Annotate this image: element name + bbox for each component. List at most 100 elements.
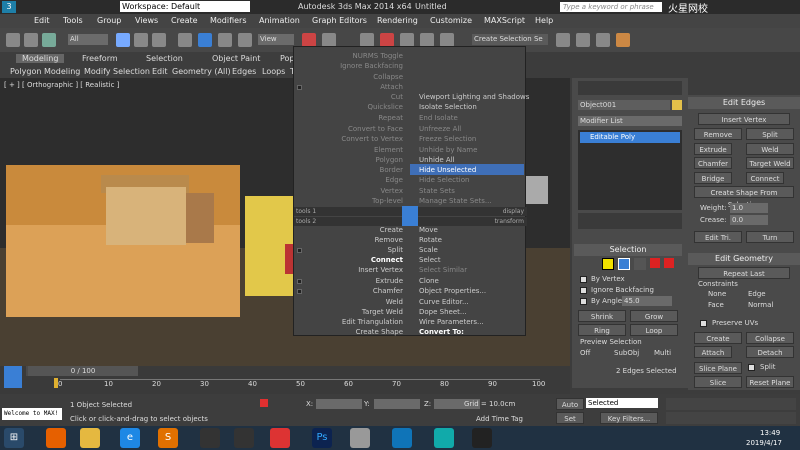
stack-controls[interactable] [578, 213, 682, 229]
shrink-button[interactable]: Shrink [578, 310, 626, 322]
netease-music-icon[interactable] [270, 428, 290, 448]
qm-top-level[interactable]: Top-level [372, 197, 403, 205]
create-shape-button[interactable]: Create Shape From Selection [694, 186, 794, 209]
insert-vertex-button[interactable]: Insert Vertex [698, 113, 790, 125]
qm-split[interactable]: Split [387, 246, 403, 254]
tab-object-paint[interactable]: Object Paint [212, 54, 260, 63]
qm-convert-to[interactable]: Convert To: [419, 328, 464, 336]
render-icon[interactable] [616, 33, 630, 47]
playback-controls[interactable] [666, 398, 796, 410]
qm-isolate-selection[interactable]: Isolate Selection [419, 103, 477, 111]
menu-modifiers[interactable]: Modifiers [210, 16, 247, 25]
scale-icon[interactable] [238, 33, 252, 47]
constraint-face-radio[interactable]: Face [708, 301, 724, 309]
qm-cut[interactable]: Cut [391, 93, 403, 101]
by-vertex-checkbox[interactable] [580, 276, 587, 283]
crease-input[interactable]: 0.0 [730, 215, 768, 225]
menu-views[interactable]: Views [135, 16, 158, 25]
qm-rotate[interactable]: Rotate [419, 236, 442, 244]
tab-selection[interactable]: Selection [146, 54, 183, 63]
ribbon-edges[interactable]: Edges [232, 67, 256, 76]
move-icon[interactable] [178, 33, 192, 47]
split-checkbox[interactable] [748, 364, 755, 371]
menu-rendering[interactable]: Rendering [377, 16, 418, 25]
menu-maxscript[interactable]: MAXScript [484, 16, 525, 25]
render-setup-icon[interactable] [576, 33, 590, 47]
rotate-icon[interactable] [218, 33, 232, 47]
target-weld-button[interactable]: Target Weld [746, 157, 794, 169]
attach-settings-icon[interactable] [297, 85, 302, 90]
grow-button[interactable]: Grow [630, 310, 678, 322]
qm-edit-triangulation[interactable]: Edit Triangulation [342, 318, 403, 326]
polygon-mode-icon[interactable] [650, 258, 660, 268]
qm-object-properties[interactable]: Object Properties... [419, 287, 486, 295]
reference-coord-dropdown[interactable]: View [258, 34, 294, 45]
qm-viewport-lighting[interactable]: Viewport Lighting and Shadows [419, 93, 529, 101]
qm-create[interactable]: Create [380, 226, 403, 234]
snap-icon[interactable] [322, 33, 336, 47]
qm-connect[interactable]: Connect [371, 256, 403, 264]
layer-icon[interactable] [400, 33, 414, 47]
object-color-swatch[interactable] [672, 100, 682, 110]
viewport-label[interactable]: [ + ] [ Orthographic ] [ Realistic ] [4, 81, 119, 89]
substance-icon[interactable] [392, 428, 412, 448]
chamfer-settings-icon[interactable] [297, 289, 302, 294]
qm-hide-selection[interactable]: Hide Selection [419, 176, 469, 184]
qm-quickslice[interactable]: Quickslice [368, 103, 404, 111]
angle-input[interactable]: 45.0 [622, 296, 672, 306]
key-filters-button[interactable]: Key Filters... [600, 412, 658, 424]
x-coord-input[interactable] [316, 399, 362, 409]
qm-polygon[interactable]: Polygon [375, 156, 403, 164]
selection-filter-dropdown[interactable]: All [68, 34, 108, 45]
menu-customize[interactable]: Customize [430, 16, 472, 25]
slice-button[interactable]: Slice [694, 376, 742, 388]
key-set-dropdown[interactable]: Selected [586, 398, 658, 408]
constraint-normal-radio[interactable]: Normal [748, 301, 773, 309]
qm-collapse[interactable]: Collapse [373, 73, 403, 81]
constraint-none-radio[interactable]: None [708, 290, 726, 298]
lock-icon[interactable] [260, 399, 268, 407]
qm-unhide-by-name[interactable]: Unhide by Name [419, 146, 477, 154]
qm-convert-to-vertex[interactable]: Convert to Vertex [341, 135, 403, 143]
qm-wire-parameters[interactable]: Wire Parameters... [419, 318, 484, 326]
ie-icon[interactable]: e [120, 428, 140, 448]
reset-plane-button[interactable]: Reset Plane [746, 376, 794, 388]
3dsmax-icon[interactable] [434, 428, 454, 448]
menu-animation[interactable]: Animation [259, 16, 300, 25]
unity-icon-2[interactable] [234, 428, 254, 448]
edit-edges-title[interactable]: Edit Edges [688, 97, 800, 109]
collapse-button[interactable]: Collapse [746, 332, 794, 344]
connect-button[interactable]: Connect [746, 172, 784, 184]
workspace-dropdown[interactable]: Workspace: Default [120, 1, 250, 12]
qm-chamfer[interactable]: Chamfer [373, 287, 403, 295]
attach-button[interactable]: Attach [694, 346, 732, 358]
render-frame-icon[interactable] [596, 33, 610, 47]
menu-tools[interactable]: Tools [63, 16, 83, 25]
bridge-button[interactable]: Bridge [694, 172, 732, 184]
search-input[interactable]: Type a keyword or phrase [560, 2, 662, 12]
stack-item-editable-poly[interactable]: Editable Poly [580, 132, 680, 143]
tab-modeling[interactable]: Modeling [16, 54, 65, 63]
undo-icon[interactable] [6, 33, 20, 47]
qm-edge[interactable]: Edge [385, 176, 403, 184]
qm-scale[interactable]: Scale [419, 246, 438, 254]
ring-button[interactable]: Ring [578, 324, 626, 336]
qm-repeat[interactable]: Repeat [378, 114, 403, 122]
qm-hide-unselected[interactable]: Hide Unselected [419, 166, 476, 174]
create-button[interactable]: Create [694, 332, 742, 344]
qm-create-shape[interactable]: Create Shape [356, 328, 403, 336]
preview-off-radio[interactable]: Off [580, 349, 590, 357]
y-coord-input[interactable] [374, 399, 420, 409]
firefox-icon[interactable] [46, 428, 66, 448]
by-angle-checkbox[interactable] [580, 298, 587, 305]
ribbon-geometry-all[interactable]: Geometry (All) [172, 67, 231, 76]
qm-element[interactable]: Element [374, 146, 403, 154]
element-mode-icon[interactable] [664, 258, 674, 268]
ribbon-loops[interactable]: Loops [262, 67, 285, 76]
app-logo-icon[interactable]: 3 [2, 1, 16, 13]
select-by-name-icon[interactable] [134, 33, 148, 47]
qm-vertex[interactable]: Vertex [380, 187, 403, 195]
qm-select[interactable]: Select [419, 256, 441, 264]
detach-button[interactable]: Detach [746, 346, 794, 358]
qm-end-isolate[interactable]: End Isolate [419, 114, 458, 122]
